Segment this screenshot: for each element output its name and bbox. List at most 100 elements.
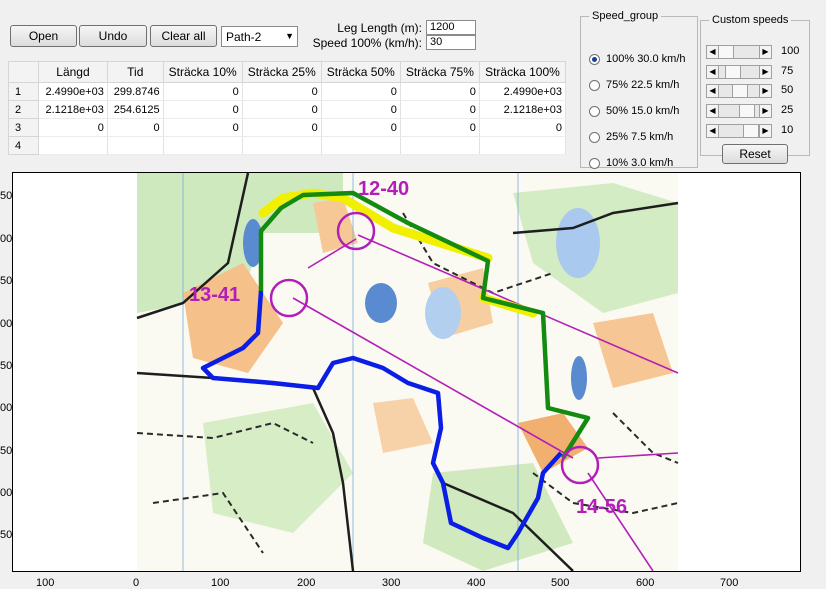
speed-slider[interactable]: ◀ ▶ [706, 124, 772, 138]
x-tick-label: 600 [636, 577, 655, 589]
speed-label: Speed 100% (km/h): [312, 36, 422, 50]
speed-group-title: Speed_group [592, 10, 659, 22]
table-cell[interactable]: 0 [163, 100, 243, 119]
slider-thumb[interactable] [739, 105, 755, 117]
column-header[interactable]: Sträcka 75% [399, 61, 480, 83]
lake [571, 356, 587, 400]
x-tick-label: 300 [382, 577, 401, 589]
table-cell[interactable]: 0 [400, 100, 480, 119]
chevron-down-icon: ▼ [285, 31, 294, 41]
speed-option-50[interactable]: 50% 15.0 km/h [589, 102, 679, 120]
arrow-left-icon[interactable]: ◀ [707, 66, 719, 78]
slider-value: 50 [781, 84, 794, 96]
y-tick-label: 50 [0, 190, 13, 202]
row-header[interactable]: 2 [8, 100, 39, 119]
map-axes[interactable]: 12-40 13-41 14-56 [12, 172, 801, 572]
arrow-right-icon[interactable]: ▶ [759, 85, 771, 97]
leg-length-field[interactable]: 1200 [426, 20, 476, 35]
speed-option-100[interactable]: 100% 30.0 km/h [589, 50, 686, 68]
arrow-right-icon[interactable]: ▶ [759, 105, 771, 117]
column-header[interactable]: Sträcka 10% [162, 61, 243, 83]
table-cell[interactable]: 0 [321, 100, 401, 119]
y-tick-label: 50 [0, 275, 13, 287]
table-cell[interactable] [107, 136, 164, 155]
table-cell[interactable]: 0 [163, 118, 243, 137]
speed-field[interactable]: 30 [426, 35, 476, 50]
radio[interactable] [589, 157, 600, 169]
column-header[interactable]: Sträcka 50% [320, 61, 401, 83]
speed-slider[interactable]: ◀ ▶ [706, 84, 772, 98]
column-header[interactable]: Sträcka 25% [241, 61, 322, 83]
table-cell[interactable]: 0 [400, 82, 480, 101]
speed-slider[interactable]: ◀ ▶ [706, 104, 772, 118]
marsh [556, 208, 600, 278]
column-header[interactable]: Tid [106, 61, 164, 83]
table-cell[interactable]: 0 [38, 118, 108, 137]
speed-option-25[interactable]: 25% 7.5 km/h [589, 128, 673, 146]
column-header[interactable]: Sträcka 100% [478, 61, 567, 83]
slider-thumb[interactable] [725, 66, 741, 78]
arrow-right-icon[interactable]: ▶ [759, 125, 771, 137]
y-tick-label: 00 [0, 318, 13, 330]
table-cell[interactable]: 0 [242, 118, 322, 137]
table-cell[interactable] [400, 136, 480, 155]
y-tick-label: 00 [0, 487, 13, 499]
table-cell[interactable]: 299.8746 [107, 82, 164, 101]
table-cell[interactable]: 0 [242, 100, 322, 119]
row-header[interactable]: 1 [8, 82, 39, 101]
table-cell[interactable]: 0 [163, 82, 243, 101]
marsh [425, 287, 461, 339]
orienteering-map[interactable]: 12-40 13-41 14-56 [13, 173, 800, 571]
table-cell[interactable] [38, 136, 108, 155]
speed-option-label: 75% 22.5 km/h [606, 79, 680, 91]
speed-option-10[interactable]: 10% 3.0 km/h [589, 154, 673, 172]
table-cell[interactable]: 2.1218e+03 [38, 100, 108, 119]
table-cell[interactable]: 2.4990e+03 [479, 82, 567, 101]
leg-length-label: Leg Length (m): [337, 21, 422, 35]
open-button[interactable]: Open [10, 25, 77, 47]
speed-slider[interactable]: ◀ ▶ [706, 65, 772, 79]
arrow-left-icon[interactable]: ◀ [707, 125, 719, 137]
table-cell[interactable] [242, 136, 322, 155]
table-cell[interactable]: 2.1218e+03 [479, 100, 567, 119]
radio[interactable] [589, 131, 600, 143]
path-select[interactable]: Path-2 ▼ [221, 26, 298, 47]
control-label: 13-41 [189, 284, 240, 306]
table-cell[interactable] [321, 136, 401, 155]
row-header[interactable]: 4 [8, 136, 39, 155]
table-cell[interactable]: 0 [479, 118, 567, 137]
x-tick-label: 0 [133, 577, 140, 589]
arrow-left-icon[interactable]: ◀ [707, 105, 719, 117]
table-row: 1 2.4990e+03 299.8746 0 0 0 0 2.4990e+03 [8, 82, 567, 101]
radio-selected[interactable] [589, 53, 600, 65]
radio[interactable] [589, 105, 600, 117]
speed-slider[interactable]: ◀ ▶ [706, 45, 772, 59]
table-cell[interactable]: 0 [107, 118, 164, 137]
speed-option-75[interactable]: 75% 22.5 km/h [589, 76, 679, 94]
table-cell[interactable]: 0 [321, 118, 401, 137]
reset-button[interactable]: Reset [722, 144, 788, 164]
arrow-right-icon[interactable]: ▶ [759, 66, 771, 78]
x-tick-label: 200 [297, 577, 316, 589]
slider-thumb[interactable] [718, 46, 734, 58]
table-row: 2 2.1218e+03 254.6125 0 0 0 0 2.1218e+03 [8, 100, 567, 119]
table-cell[interactable]: 0 [400, 118, 480, 137]
undo-button[interactable]: Undo [79, 25, 147, 47]
table-cell[interactable]: 0 [242, 82, 322, 101]
radio[interactable] [589, 79, 600, 91]
slider-thumb[interactable] [743, 125, 760, 137]
table-cell[interactable]: 254.6125 [107, 100, 164, 119]
slider-thumb[interactable] [732, 85, 748, 97]
table-cell[interactable] [163, 136, 243, 155]
column-header[interactable]: Längd [38, 61, 108, 83]
arrow-left-icon[interactable]: ◀ [707, 85, 719, 97]
table-cell[interactable]: 0 [321, 82, 401, 101]
arrow-right-icon[interactable]: ▶ [759, 46, 771, 58]
table-cell[interactable]: 2.4990e+03 [38, 82, 108, 101]
row-header[interactable]: 3 [8, 118, 39, 137]
clear-all-button[interactable]: Clear all [150, 25, 217, 47]
table-cell[interactable] [479, 136, 567, 155]
results-table: Längd Tid Sträcka 10% Sträcka 25% Sträck… [8, 61, 567, 155]
y-tick-label: 00 [0, 233, 13, 245]
x-tick-label: 100 [36, 577, 55, 589]
